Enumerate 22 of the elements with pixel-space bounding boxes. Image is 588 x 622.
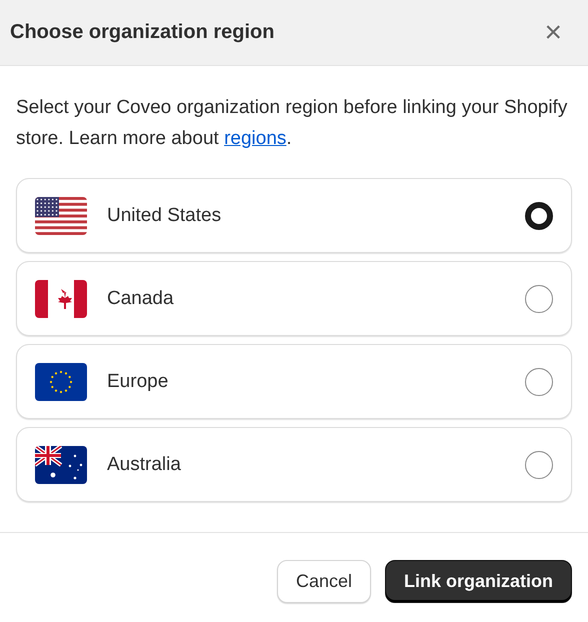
region-option[interactable]: Australia [16, 427, 572, 502]
dialog-title: Choose organization region [10, 21, 274, 44]
flag-icon [35, 280, 87, 318]
radio-button[interactable] [525, 450, 553, 478]
flag-icon [35, 446, 87, 484]
radio-button[interactable] [525, 284, 553, 312]
region-option[interactable]: Europe [16, 344, 572, 419]
close-button[interactable]: × [540, 18, 566, 48]
intro-text: Select your Coveo organization region before linking your Shopify store. Learn more about regions. [16, 96, 568, 151]
regions-link[interactable]: regions [224, 128, 286, 149]
link-organization-button[interactable]: Link organization [384, 560, 572, 603]
region-label: United States [107, 204, 222, 226]
radio-button[interactable] [525, 202, 553, 230]
region-option[interactable]: United States [16, 178, 572, 253]
flag-icon [35, 362, 87, 400]
flag-icon [35, 196, 87, 234]
region-label: Australia [107, 454, 182, 476]
cancel-button[interactable]: Cancel [276, 560, 371, 603]
region-label: Canada [107, 288, 175, 310]
region-option[interactable]: Canada [16, 261, 572, 336]
radio-button[interactable] [525, 368, 553, 396]
region-label: Europe [107, 370, 170, 392]
